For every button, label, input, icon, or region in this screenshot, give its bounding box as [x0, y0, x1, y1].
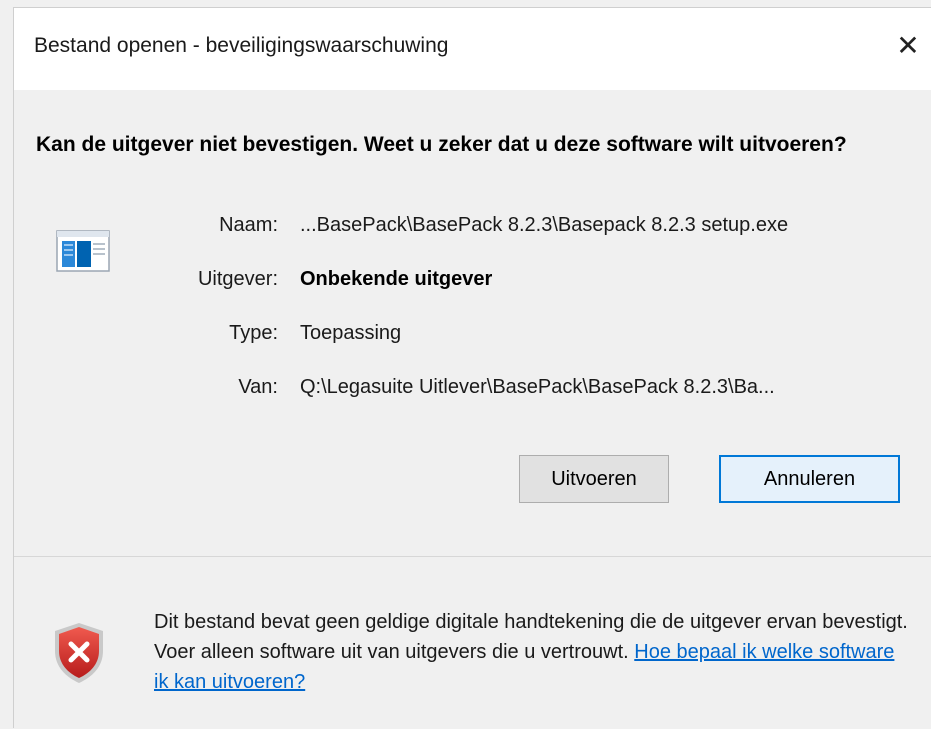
from-label: Van:	[238, 376, 278, 398]
close-icon[interactable]: ✕	[885, 22, 931, 68]
publisher-label: Uitgever:	[197, 268, 278, 290]
security-warning-dialog: Bestand openen - beveiligingswaarschuwin…	[13, 7, 931, 729]
name-label: Naam:	[219, 214, 278, 236]
from-value: Q:\Legasuite Uitlever\BasePack\BasePack …	[300, 376, 775, 398]
cancel-button[interactable]: Annuleren	[719, 455, 900, 503]
warning-footer: Dit bestand bevat geen geldige digitale …	[14, 557, 931, 729]
security-shield-error-icon	[55, 623, 103, 683]
name-value: ...BasePack\BasePack 8.2.3\Basepack 8.2.…	[300, 214, 789, 236]
field-row-publisher: Uitgever: Onbekende uitgever	[14, 264, 931, 294]
warning-message: Dit bestand bevat geen geldige digitale …	[154, 607, 914, 697]
type-label: Type:	[229, 322, 278, 344]
title-bar: Bestand openen - beveiligingswaarschuwin…	[14, 8, 931, 90]
warning-headline: Kan de uitgever niet bevestigen. Weet u …	[36, 133, 847, 156]
field-row-name: Naam: ...BasePack\BasePack 8.2.3\Basepac…	[14, 210, 931, 240]
window-title: Bestand openen - beveiligingswaarschuwin…	[34, 34, 449, 57]
publisher-value: Onbekende uitgever	[300, 268, 493, 290]
type-value: Toepassing	[300, 322, 402, 344]
field-row-from: Van: Q:\Legasuite Uitlever\BasePack\Base…	[14, 372, 931, 402]
field-row-type: Type: Toepassing	[14, 318, 931, 348]
run-button[interactable]: Uitvoeren	[519, 455, 669, 503]
